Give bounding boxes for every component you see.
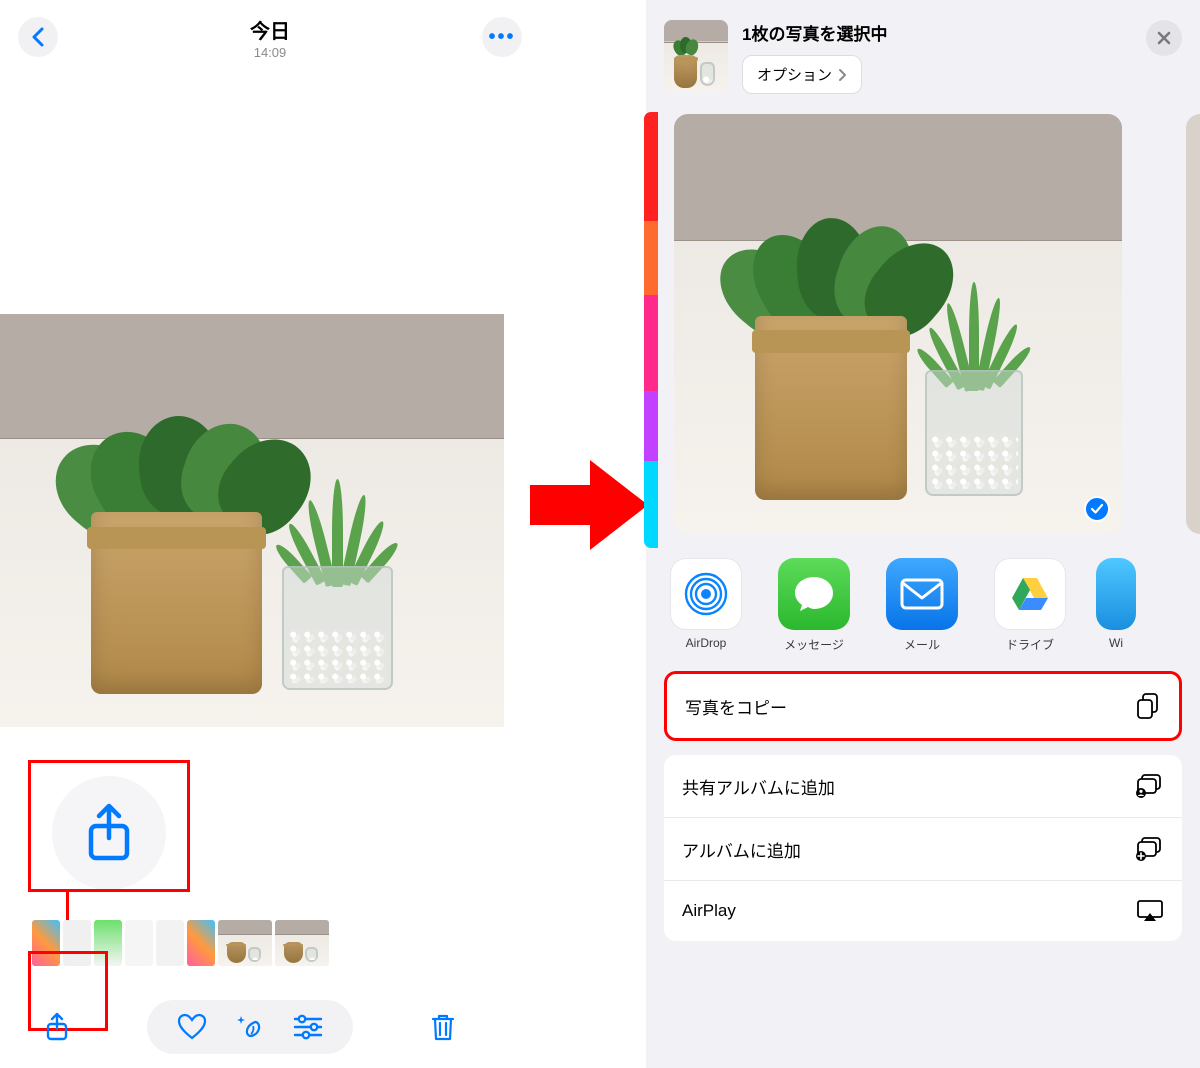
share-sheet: 今日 1枚の写真を選択中 オプション	[646, 0, 1200, 1068]
options-button[interactable]: オプション	[742, 55, 862, 94]
thumbnail-active[interactable]	[218, 920, 272, 966]
action-label: 写真をコピー	[685, 694, 787, 719]
chevron-right-icon	[838, 68, 847, 82]
action-label: アルバムに追加	[682, 837, 801, 862]
share-button[interactable]	[40, 1010, 74, 1044]
favorite-button[interactable]	[175, 1010, 209, 1044]
check-icon	[1090, 503, 1104, 515]
copy-icon	[1135, 692, 1161, 720]
app-partial[interactable]: Wi	[1096, 558, 1136, 653]
thumbnail[interactable]	[156, 920, 184, 966]
action-add-album[interactable]: アルバムに追加	[664, 818, 1182, 881]
action-add-shared-album[interactable]: 共有アルバムに追加	[664, 755, 1182, 818]
header-time: 14:09	[58, 45, 482, 60]
close-icon	[1156, 30, 1172, 46]
adjust-button[interactable]	[291, 1010, 325, 1044]
thumbnail[interactable]	[125, 920, 153, 966]
app-messages[interactable]: メッセージ	[772, 558, 856, 653]
header-title: 今日	[58, 15, 482, 44]
action-airplay[interactable]: AirPlay	[664, 881, 1182, 941]
shared-album-icon	[1134, 773, 1164, 799]
share-icon	[43, 1011, 71, 1043]
share-preview[interactable]	[674, 114, 1122, 534]
action-label: 共有アルバムに追加	[682, 774, 835, 799]
add-album-icon	[1134, 836, 1164, 862]
app-label: メール	[904, 636, 940, 653]
app-label: AirDrop	[686, 636, 727, 650]
highlight-share-large	[28, 760, 190, 892]
chevron-left-icon	[30, 26, 46, 48]
selection-title: 1枚の写真を選択中	[742, 20, 1132, 45]
delete-button[interactable]	[426, 1010, 460, 1044]
selected-checkmark	[1084, 496, 1110, 522]
action-group: 共有アルバムに追加 アルバムに追加 Air	[664, 755, 1182, 941]
app-label: ドライブ	[1006, 636, 1054, 653]
header: 今日 14:09 •••	[0, 0, 540, 64]
app-mail[interactable]: メール	[880, 558, 964, 653]
selection-info: 1枚の写真を選択中 オプション	[742, 20, 1132, 94]
share-sheet-header: 1枚の写真を選択中 オプション	[646, 0, 1200, 108]
selection-thumbnail	[664, 20, 728, 92]
action-list: 写真をコピー 共有アルバムに追加 アルバムに追加	[646, 661, 1200, 941]
rainbow-edge	[644, 112, 658, 548]
messages-icon	[791, 573, 837, 615]
plant-photo-illustration	[0, 314, 504, 727]
action-copy-photo[interactable]: 写真をコピー	[667, 674, 1179, 738]
thumbnail[interactable]	[187, 920, 215, 966]
app-airdrop[interactable]: AirDrop	[664, 558, 748, 653]
app-label: メッセージ	[784, 636, 844, 653]
sparkle-leaf-icon	[235, 1012, 265, 1042]
drive-icon	[1008, 574, 1052, 614]
photos-detail-view: 今日 14:09 •••	[0, 0, 540, 1068]
app-label: Wi	[1109, 636, 1123, 650]
share-apps-row[interactable]: AirDrop メッセージ メール ドライブ	[646, 534, 1200, 661]
ellipsis-icon: •••	[488, 26, 515, 49]
airplay-icon	[1136, 899, 1164, 923]
thumbnail[interactable]	[275, 920, 329, 966]
bottom-toolbar	[0, 1000, 500, 1054]
options-label: オプション	[757, 64, 832, 85]
more-button[interactable]: •••	[482, 17, 522, 57]
mail-icon	[898, 576, 946, 612]
trash-icon	[429, 1012, 457, 1042]
photo-preview[interactable]	[0, 314, 504, 727]
share-preview-area	[646, 114, 1200, 534]
airdrop-icon	[682, 570, 730, 618]
back-button[interactable]	[18, 17, 58, 57]
highlight-copy-action: 写真をコピー	[664, 671, 1182, 741]
app-drive[interactable]: ドライブ	[988, 558, 1072, 653]
action-label: AirPlay	[682, 901, 736, 921]
share-preview-next[interactable]	[1186, 114, 1200, 534]
sliders-icon	[293, 1014, 323, 1040]
toolbar-center	[147, 1000, 353, 1054]
header-title-area: 今日 14:09	[58, 15, 482, 60]
enhance-button[interactable]	[233, 1010, 267, 1044]
plant-photo-illustration	[674, 114, 1122, 534]
close-button[interactable]	[1146, 20, 1182, 56]
arrow-icon	[530, 455, 650, 555]
heart-icon	[177, 1013, 207, 1041]
